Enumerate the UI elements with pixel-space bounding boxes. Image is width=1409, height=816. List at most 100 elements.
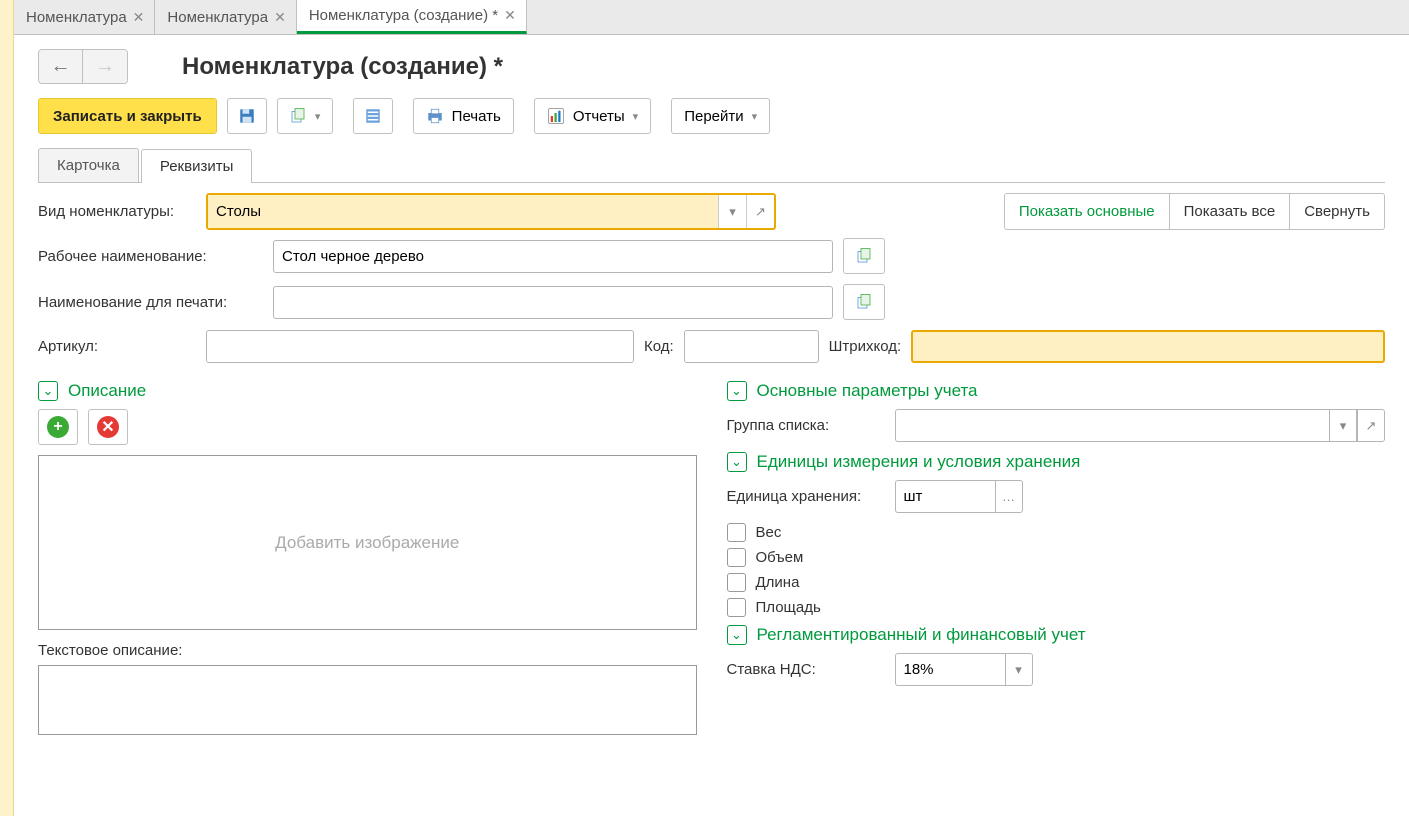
save-close-button[interactable]: Записать и закрыть: [38, 98, 217, 134]
goto-label: Перейти: [684, 108, 743, 125]
section-title: Описание: [68, 381, 146, 401]
work-name-input[interactable]: [273, 240, 833, 273]
collapse-icon[interactable]: ⌄: [727, 625, 747, 645]
section-title: Единицы измерения и условия хранения: [757, 452, 1081, 472]
type-label: Вид номенклатуры:: [38, 203, 196, 220]
text-desc-input[interactable]: [38, 665, 697, 735]
units-section[interactable]: ⌄ Единицы измерения и условия хранения: [727, 452, 1386, 472]
vat-input[interactable]: [895, 653, 1005, 686]
nav-arrows: ← →: [38, 49, 128, 84]
tab-nomenclature-2[interactable]: Номенклатура ✕: [155, 0, 296, 34]
close-icon[interactable]: ✕: [504, 7, 516, 24]
save-button[interactable]: [227, 98, 267, 134]
window-tabs: Номенклатура ✕ Номенклатура ✕ Номенклату…: [14, 0, 1409, 35]
chevron-down-icon[interactable]: ▾: [1005, 653, 1033, 686]
show-all-button[interactable]: Показать все: [1170, 194, 1291, 229]
open-icon[interactable]: ↗: [1357, 409, 1385, 442]
cross-icon: ✕: [97, 416, 119, 438]
storage-unit-combo[interactable]: …: [895, 480, 1025, 513]
list-group-combo[interactable]: ▾ ↗: [895, 409, 1386, 442]
type-input[interactable]: [208, 195, 718, 228]
plus-icon: +: [47, 416, 69, 438]
collapse-button[interactable]: Свернуть: [1290, 194, 1384, 229]
copy-name-button[interactable]: [843, 238, 885, 274]
nav-back-button[interactable]: ←: [39, 50, 83, 83]
image-upload-box[interactable]: Добавить изображение: [38, 455, 697, 630]
text-desc-label: Текстовое описание:: [38, 642, 697, 659]
print-name-input[interactable]: [273, 286, 833, 319]
list-group-input[interactable]: [895, 409, 1330, 442]
open-icon[interactable]: ↗: [746, 195, 774, 228]
section-title: Основные параметры учета: [757, 381, 978, 401]
volume-label: Объем: [756, 549, 804, 566]
reports-button[interactable]: Отчеты ▾: [534, 98, 651, 134]
tab-label: Номенклатура: [167, 9, 268, 26]
vat-label: Ставка НДС:: [727, 661, 885, 678]
storage-unit-input[interactable]: [895, 480, 995, 513]
tab-label: Номенклатура: [26, 9, 127, 26]
volume-checkbox[interactable]: Объем: [727, 548, 1386, 567]
printer-icon: [426, 107, 444, 125]
close-icon[interactable]: ✕: [274, 9, 286, 26]
weight-checkbox[interactable]: Вес: [727, 523, 1386, 542]
checkbox-icon: [727, 598, 746, 617]
area-checkbox[interactable]: Площадь: [727, 598, 1386, 617]
tab-nomenclature-1[interactable]: Номенклатура ✕: [14, 0, 155, 34]
list-button[interactable]: [353, 98, 393, 134]
area-label: Площадь: [756, 599, 821, 616]
copy-button[interactable]: ▾: [277, 98, 333, 134]
storage-unit-label: Единица хранения:: [727, 488, 885, 505]
weight-label: Вес: [756, 524, 782, 541]
work-name-label: Рабочее наименование:: [38, 248, 263, 265]
checkbox-icon: [727, 548, 746, 567]
article-label: Артикул:: [38, 338, 196, 355]
inner-tab-requisites[interactable]: Реквизиты: [141, 149, 253, 183]
code-label: Код:: [644, 338, 674, 355]
tab-nomenclature-create[interactable]: Номенклатура (создание) * ✕: [297, 0, 527, 34]
checkbox-icon: [727, 523, 746, 542]
list-group-label: Группа списка:: [727, 417, 885, 434]
vat-combo[interactable]: ▾: [895, 653, 1035, 686]
copy-icon: [289, 107, 307, 125]
image-placeholder: Добавить изображение: [275, 533, 459, 553]
reports-label: Отчеты: [573, 108, 625, 125]
length-checkbox[interactable]: Длина: [727, 573, 1386, 592]
section-title: Регламентированный и финансовый учет: [757, 625, 1086, 645]
chevron-down-icon: ▾: [633, 110, 639, 123]
save-icon: [238, 107, 256, 125]
list-icon: [364, 107, 382, 125]
acct-params-section[interactable]: ⌄ Основные параметры учета: [727, 381, 1386, 401]
print-name-label: Наименование для печати:: [38, 294, 263, 311]
add-image-button[interactable]: +: [38, 409, 78, 445]
more-icon[interactable]: …: [995, 480, 1023, 513]
copy-icon: [855, 293, 873, 311]
goto-button[interactable]: Перейти ▾: [671, 98, 770, 134]
checkbox-icon: [727, 573, 746, 592]
article-input[interactable]: [206, 330, 634, 363]
description-section[interactable]: ⌄ Описание: [38, 381, 697, 401]
nav-forward-button[interactable]: →: [83, 50, 127, 83]
chevron-down-icon: ▾: [315, 110, 321, 123]
collapse-icon[interactable]: ⌄: [727, 452, 747, 472]
print-label: Печать: [452, 108, 501, 125]
code-input[interactable]: [684, 330, 819, 363]
chevron-down-icon: ▾: [752, 110, 758, 123]
delete-image-button[interactable]: ✕: [88, 409, 128, 445]
print-button[interactable]: Печать: [413, 98, 514, 134]
collapse-icon[interactable]: ⌄: [38, 381, 58, 401]
collapse-icon[interactable]: ⌄: [727, 381, 747, 401]
barcode-label: Штрихкод:: [829, 338, 902, 355]
page-title: Номенклатура (создание) *: [182, 53, 503, 81]
reg-fin-section[interactable]: ⌄ Регламентированный и финансовый учет: [727, 625, 1386, 645]
inner-tab-card[interactable]: Карточка: [38, 148, 139, 182]
copy-print-button[interactable]: [843, 284, 885, 320]
close-icon[interactable]: ✕: [133, 9, 145, 26]
type-combo[interactable]: ▾ ↗: [206, 193, 776, 230]
show-main-button[interactable]: Показать основные: [1005, 194, 1170, 229]
barcode-input[interactable]: [911, 330, 1385, 363]
chart-icon: [547, 107, 565, 125]
chevron-down-icon[interactable]: ▾: [1329, 409, 1357, 442]
length-label: Длина: [756, 574, 800, 591]
tab-label: Номенклатура (создание) *: [309, 7, 498, 24]
chevron-down-icon[interactable]: ▾: [718, 195, 746, 228]
